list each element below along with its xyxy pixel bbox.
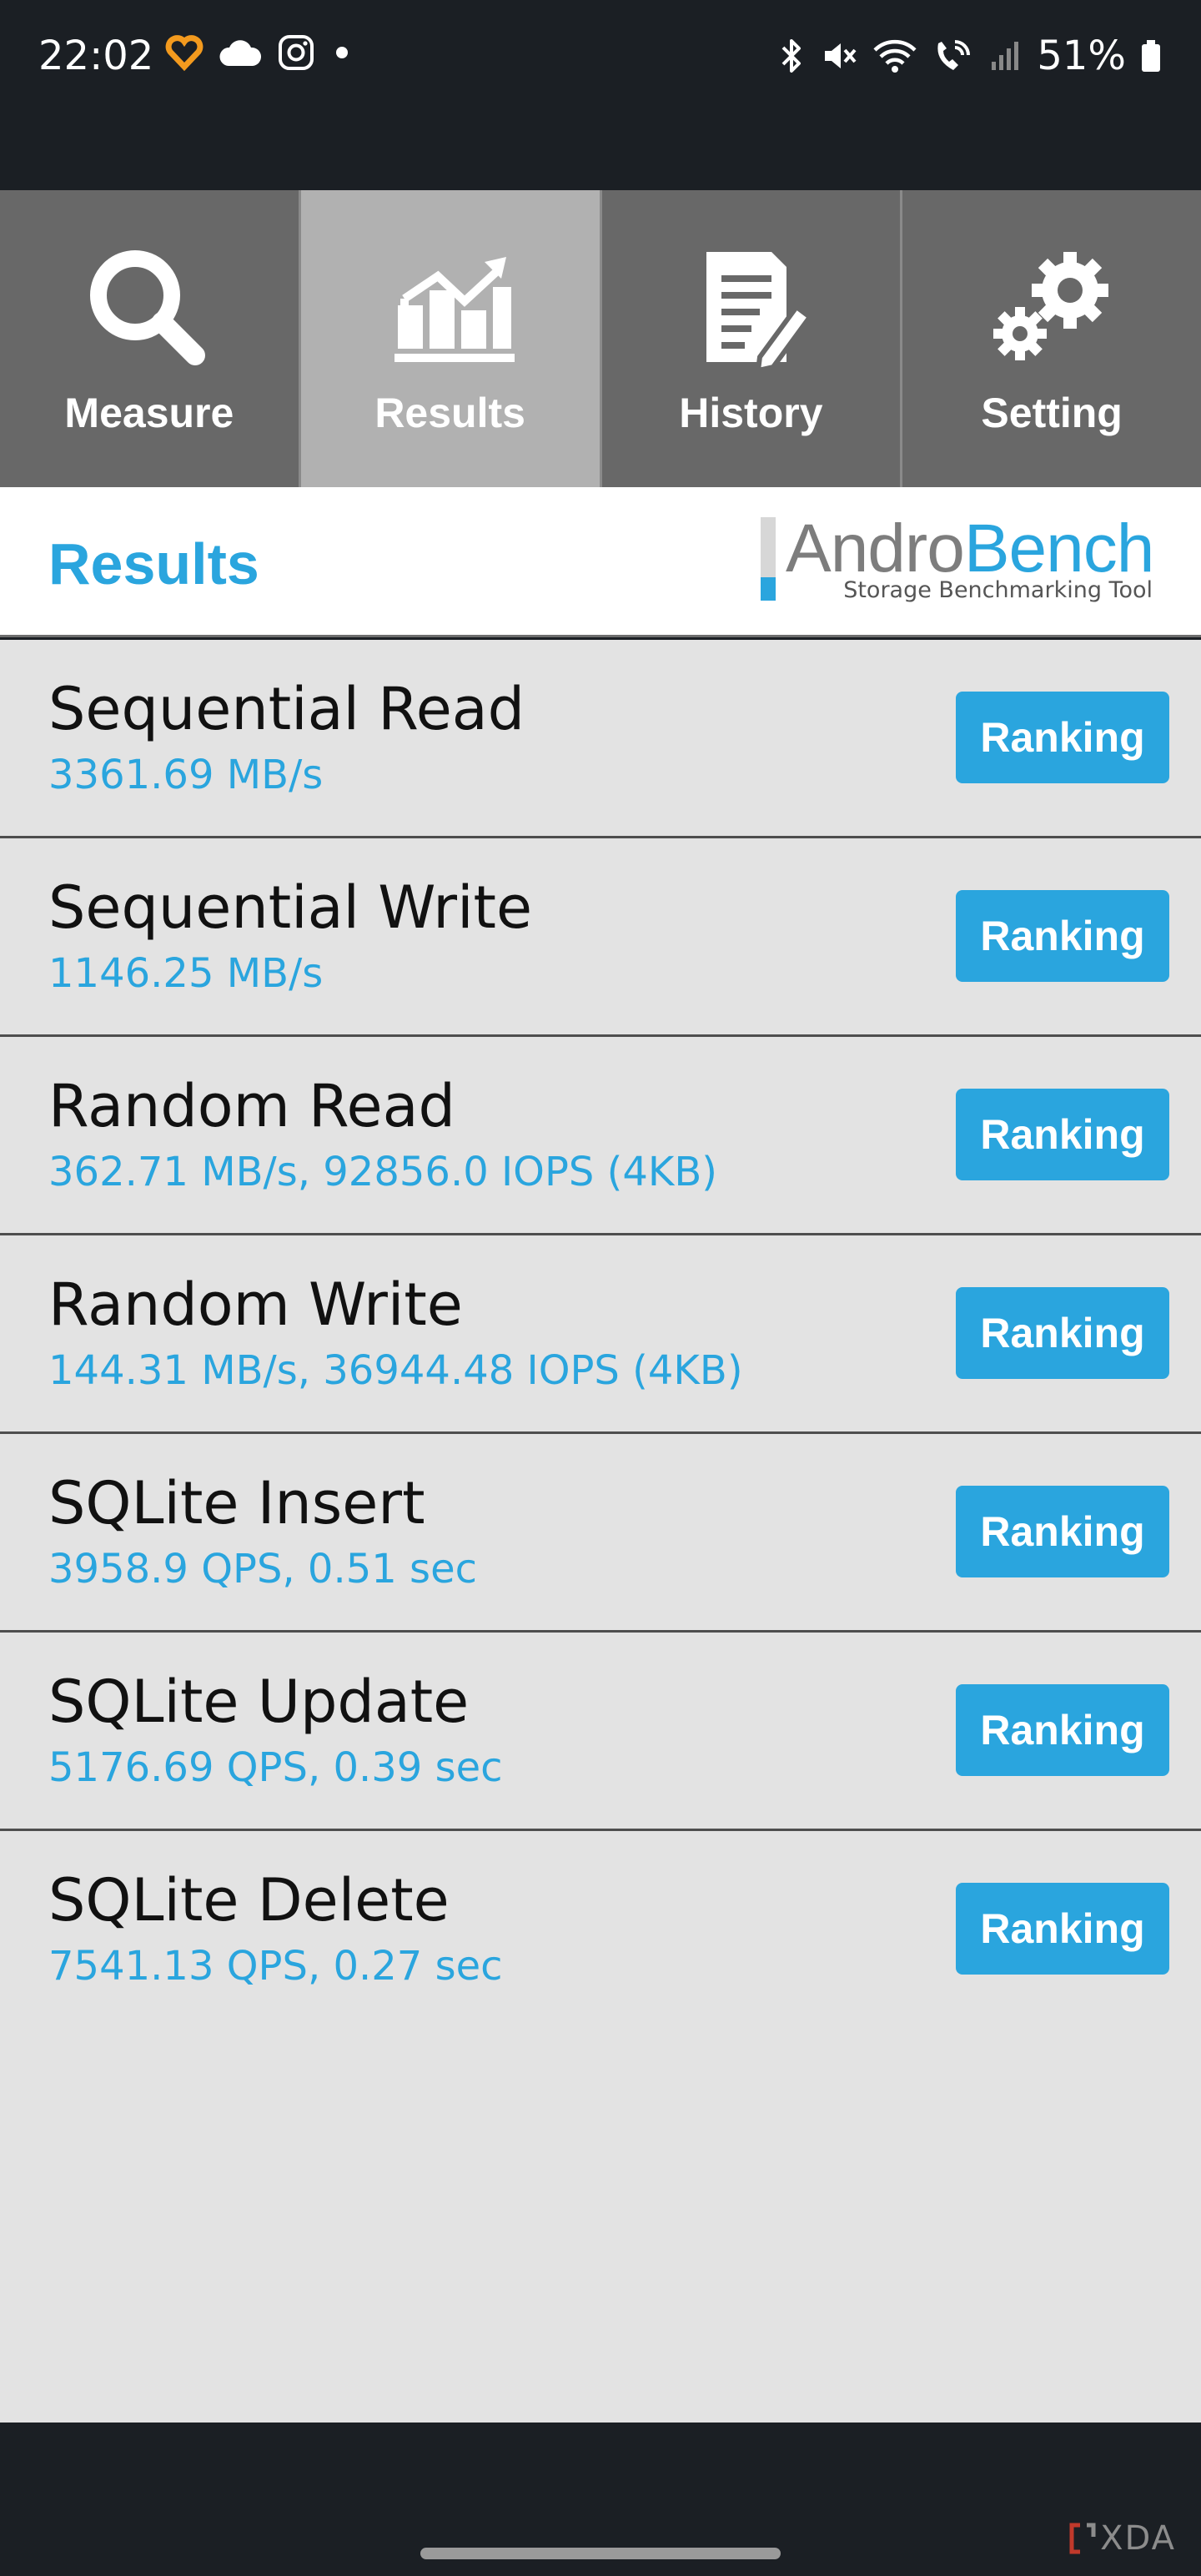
result-row-random-read: Random Read 362.71 MB/s, 92856.0 IOPS (4… (0, 1037, 1201, 1235)
battery-percent: 51% (1037, 33, 1126, 79)
results-list: Sequential Read 3361.69 MB/s Ranking Seq… (0, 640, 1201, 2423)
result-row-sequential-read: Sequential Read 3361.69 MB/s Ranking (0, 640, 1201, 838)
wifi-calling-icon (937, 40, 971, 70)
result-value: 144.31 MB/s, 36944.48 IOPS (4KB) (48, 1347, 743, 1394)
bluetooth-icon (781, 39, 802, 73)
document-icon (706, 252, 814, 374)
result-name: SQLite Delete (48, 1866, 450, 1935)
tab-results[interactable]: Results (300, 190, 602, 487)
ranking-button[interactable]: Ranking (956, 1287, 1169, 1379)
ranking-button[interactable]: Ranking (956, 1089, 1169, 1180)
result-name: Random Read (48, 1072, 455, 1140)
wifi-icon (873, 39, 917, 73)
watermark-text: XDA (1100, 2519, 1176, 2558)
tab-results-label: Results (374, 390, 525, 436)
logo-name: AndroBench (786, 511, 1155, 587)
ranking-button[interactable]: Ranking (956, 692, 1169, 783)
result-value: 7541.13 QPS, 0.27 sec (48, 1943, 503, 1990)
logo-tagline: Storage Benchmarking Tool (843, 577, 1153, 603)
dot-icon (336, 47, 348, 58)
tab-measure-label: Measure (64, 390, 234, 436)
result-value: 5176.69 QPS, 0.39 sec (48, 1744, 503, 1791)
result-name: SQLite Insert (48, 1469, 425, 1537)
result-row-sqlite-insert: SQLite Insert 3958.9 QPS, 0.51 sec Ranki… (0, 1434, 1201, 1633)
gears-icon (993, 252, 1109, 360)
ranking-button[interactable]: Ranking (956, 1684, 1169, 1776)
battery-icon (1142, 40, 1160, 72)
results-header: Results AndroBench Storage Benchmarking … (0, 487, 1201, 637)
result-value: 362.71 MB/s, 92856.0 IOPS (4KB) (48, 1149, 718, 1195)
system-icons: 51% (776, 32, 1163, 80)
tab-history[interactable]: History (601, 190, 903, 487)
navigation-bar: XDA (0, 2423, 1201, 2576)
tab-history-label: History (679, 390, 823, 436)
mute-icon (825, 43, 857, 68)
logo-bar-accent (761, 577, 776, 601)
instagram-icon (279, 35, 314, 70)
result-row-sqlite-delete: SQLite Delete 7541.13 QPS, 0.27 sec Rank… (0, 1831, 1201, 2030)
result-row-sequential-write: Sequential Write 1146.25 MB/s Ranking (0, 838, 1201, 1037)
tab-setting[interactable]: Setting (902, 190, 1201, 487)
tab-setting-label: Setting (981, 390, 1123, 436)
logo-bench: Bench (963, 511, 1155, 586)
page-title: Results (48, 531, 259, 596)
result-value: 1146.25 MB/s (48, 950, 324, 997)
signal-icon (992, 42, 1019, 70)
status-bar: 22:02 51% (0, 0, 1201, 190)
result-name: Sequential Write (48, 873, 533, 942)
result-row-random-write: Random Write 144.31 MB/s, 36944.48 IOPS … (0, 1235, 1201, 1434)
home-gesture-bar[interactable] (420, 2548, 781, 2559)
result-value: 3361.69 MB/s (48, 752, 324, 798)
chart-icon (394, 257, 515, 362)
ranking-button[interactable]: Ranking (956, 1486, 1169, 1577)
xda-watermark: XDA (1068, 2519, 1176, 2558)
ranking-button[interactable]: Ranking (956, 1883, 1169, 1975)
heart-app-icon (165, 35, 204, 72)
search-icon (89, 250, 205, 365)
status-time: 22:02 (38, 33, 154, 79)
xda-logo-icon (1069, 2523, 1096, 2554)
result-name: SQLite Update (48, 1668, 470, 1736)
androbench-logo: AndroBench Storage Benchmarking Tool (761, 511, 1159, 606)
tab-measure[interactable]: Measure (0, 190, 301, 487)
result-row-sqlite-update: SQLite Update 5176.69 QPS, 0.39 sec Rank… (0, 1633, 1201, 1831)
main-tab-bar: Measure Results History Setting (0, 190, 1201, 487)
notification-icons (165, 33, 354, 72)
logo-andro: Andro (786, 511, 965, 586)
result-name: Random Write (48, 1270, 463, 1339)
ranking-button[interactable]: Ranking (956, 890, 1169, 982)
cloud-icon (219, 40, 262, 66)
result-value: 3958.9 QPS, 0.51 sec (48, 1546, 477, 1592)
result-name: Sequential Read (48, 675, 525, 743)
